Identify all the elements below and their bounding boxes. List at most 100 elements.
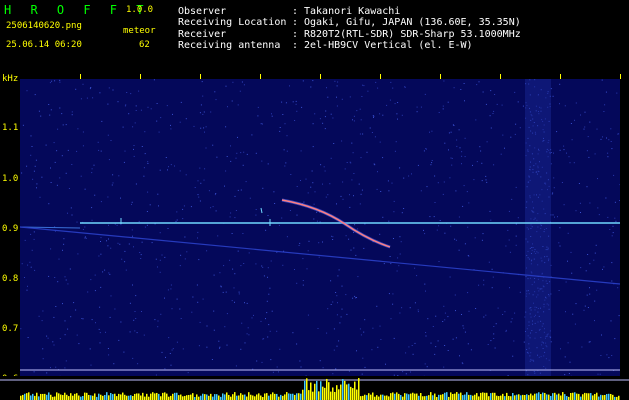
noise-pixel [563,145,565,147]
power-bar [94,393,96,400]
noise-pixel [604,104,606,106]
noise-pixel [473,179,475,181]
noise-pixel [133,319,135,321]
noise-pixel [356,350,357,352]
noise-pixel [206,325,208,327]
power-bar [488,396,490,400]
power-bar [502,393,504,400]
noise-pixel [374,164,376,166]
noise-pixel [117,242,119,244]
noise-pixel [179,265,181,267]
noise-pixel [442,321,444,322]
noise-pixel [505,245,507,247]
noise-pixel [324,128,326,130]
noise-pixel [105,331,106,333]
noise-pixel [167,169,168,171]
noise-pixel [602,268,603,270]
noise-pixel [57,128,59,130]
noise-pixel [179,121,181,123]
noise-pixel [603,266,605,268]
noise-pixel [157,320,159,322]
noise-pixel [332,239,334,240]
noise-pixel [447,101,449,103]
power-bar [156,392,158,400]
noise-pixel [480,150,482,152]
noise-pixel [490,127,492,129]
noise-pixel [346,313,348,315]
noise-pixel [185,118,187,120]
noise-pixel [167,289,169,291]
power-bar [42,393,44,400]
noise-pixel [190,206,192,208]
noise-pixel [345,235,347,237]
noise-pixel [333,328,335,330]
power-bar [550,395,552,400]
noise-pixel [581,346,583,348]
noise-pixel [401,114,403,116]
noise-pixel [607,156,609,158]
noise-pixel [326,87,327,89]
noise-pixel [300,366,302,368]
noise-pixel [33,238,35,240]
power-bar [564,394,566,400]
time-tick [260,74,261,79]
power-bar [172,393,174,400]
noise-pixel [260,123,262,125]
noise-pixel [444,232,446,234]
noise-pixel [100,150,102,152]
noise-pixel [246,302,248,304]
noise-pixel [237,189,239,191]
power-bar [480,392,482,400]
noise-pixel [322,367,324,369]
noise-pixel [156,120,158,122]
noise-pixel [449,276,451,278]
noise-pixel [238,293,240,295]
time-tick [320,74,321,79]
noise-pixel [128,113,130,115]
noise-pixel [147,161,149,163]
noise-pixel [456,145,458,147]
noise-pixel [426,186,428,188]
noise-pixel [263,275,265,277]
noise-pixel [107,348,109,349]
noise-pixel [443,366,445,368]
noise-pixel [354,295,356,297]
noise-pixel [212,144,214,146]
noise-pixel [455,190,457,192]
noise-pixel [112,182,114,184]
noise-pixel [429,216,431,218]
noise-pixel [213,310,215,312]
power-bar [388,396,390,400]
noise-pixel [137,363,139,365]
noise-pixel [279,127,281,128]
noise-pixel [583,309,585,311]
noise-pixel [342,181,344,183]
info-label-antenna: Receiving antenna [178,40,281,51]
power-bar [596,392,598,400]
noise-pixel [134,122,136,124]
noise-pixel [122,126,124,128]
power-bar [370,394,372,400]
power-bar [422,396,424,400]
noise-pixel [164,368,166,370]
noise-pixel [199,167,201,169]
power-bar [200,395,202,400]
noise-pixel [464,243,466,245]
noise-pixel [337,275,339,277]
noise-pixel [234,195,236,197]
noise-pixel [212,206,214,208]
time-tick [500,74,501,79]
noise-pixel [601,79,603,81]
noise-pixel [382,114,384,116]
noise-pixel [77,253,79,255]
blip [260,207,263,214]
noise-pixel [182,218,184,220]
noise-pixel [416,275,418,277]
noise-pixel [185,174,187,176]
noise-pixel [249,197,251,199]
power-bar [84,392,86,400]
noise-pixel [392,293,394,295]
power-bar [316,380,318,400]
noise-pixel [307,250,309,252]
noise-pixel [302,284,304,286]
